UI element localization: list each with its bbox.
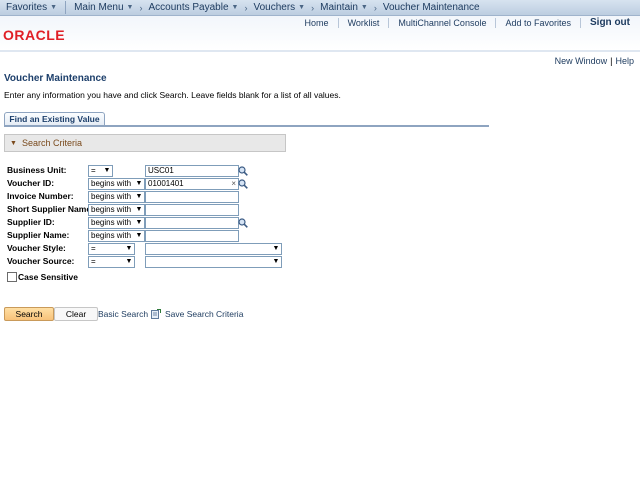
nav-vouchers[interactable]: Vouchers ▼: [253, 2, 305, 13]
chevron-down-icon: ▼: [135, 206, 143, 213]
search-criteria-header[interactable]: ▼ Search Criteria: [4, 134, 286, 152]
case-sensitive-checkbox[interactable]: [7, 272, 17, 282]
caret-down-icon: ▼: [50, 4, 58, 11]
chevron-down-icon: ▼: [103, 167, 111, 174]
link-separator: |: [610, 56, 613, 66]
nav-vouchers-label: Vouchers: [253, 2, 296, 13]
nav-voucher-maintenance-label: Voucher Maintenance: [382, 2, 480, 13]
basic-search-link[interactable]: Basic Search: [98, 309, 148, 319]
chevron-down-icon: ▼: [125, 245, 133, 252]
voucher-source-label: Voucher Source:: [7, 256, 75, 266]
lookup-magnifier-icon[interactable]: [238, 179, 248, 189]
page-title: Voucher Maintenance: [4, 73, 107, 84]
short-supplier-name-operator-value: begins with: [91, 205, 132, 214]
voucher-style-operator-select[interactable]: = ▼: [88, 243, 135, 255]
voucher-id-input[interactable]: 01001401 ×: [145, 178, 239, 190]
invoice-number-input[interactable]: [145, 191, 239, 203]
business-unit-input[interactable]: USC01: [145, 165, 239, 177]
chevron-down-icon: ▼: [125, 258, 133, 265]
caret-down-icon: ▼: [126, 4, 134, 11]
home-link[interactable]: Home: [296, 17, 339, 28]
new-window-link[interactable]: New Window: [555, 56, 608, 66]
business-unit-value: USC01: [148, 166, 174, 175]
clear-x-icon[interactable]: ×: [231, 179, 236, 189]
business-unit-operator-select[interactable]: = ▼: [88, 165, 113, 177]
nav-separator: [65, 1, 67, 14]
business-unit-label: Business Unit:: [7, 165, 67, 175]
voucher-id-operator-value: begins with: [91, 179, 132, 188]
voucher-id-operator-select[interactable]: begins with ▼: [88, 178, 145, 190]
oracle-logo: ORACLE: [3, 27, 66, 43]
worklist-link[interactable]: Worklist: [339, 17, 390, 28]
voucher-source-operator-select[interactable]: = ▼: [88, 256, 135, 268]
page-header: ORACLE Home Worklist MultiChannel Consol…: [0, 16, 640, 50]
voucher-source-select[interactable]: ▼: [145, 256, 282, 268]
invoice-number-label: Invoice Number:: [7, 191, 74, 201]
short-supplier-name-input[interactable]: [145, 204, 239, 216]
short-supplier-name-label: Short Supplier Name:: [7, 204, 94, 214]
nav-maintain[interactable]: Maintain ▼: [320, 2, 368, 13]
search-button[interactable]: Search: [4, 307, 54, 321]
sign-out-link[interactable]: Sign out: [581, 17, 632, 28]
save-search-icon[interactable]: [151, 309, 161, 319]
supplier-id-label: Supplier ID:: [7, 217, 55, 227]
chevron-down-icon: ▼: [272, 258, 280, 265]
short-supplier-name-operator-select[interactable]: begins with ▼: [88, 204, 145, 216]
tab-find-existing-value[interactable]: Find an Existing Value: [4, 112, 105, 126]
add-to-favorites-link[interactable]: Add to Favorites: [496, 17, 581, 28]
nav-accounts-payable-label: Accounts Payable: [148, 2, 229, 13]
supplier-id-operator-value: begins with: [91, 218, 132, 227]
chevron-right-icon: ›: [244, 2, 248, 13]
caret-down-icon: ▼: [298, 4, 306, 11]
invoice-number-operator-select[interactable]: begins with ▼: [88, 191, 145, 203]
supplier-id-operator-select[interactable]: begins with ▼: [88, 217, 145, 229]
supplier-name-operator-select[interactable]: begins with ▼: [88, 230, 145, 242]
window-links: New Window | Help: [555, 56, 634, 66]
help-link[interactable]: Help: [615, 56, 634, 66]
search-criteria-label: Search Criteria: [21, 138, 82, 148]
tab-underline: [4, 125, 489, 127]
chevron-down-icon: ▼: [135, 232, 143, 239]
voucher-source-operator-value: =: [91, 257, 96, 266]
nav-favorites-label: Favorites: [6, 2, 48, 13]
chevron-right-icon: ›: [139, 2, 143, 13]
header-links: Home Worklist MultiChannel Console Add t…: [296, 17, 632, 28]
nav-voucher-maintenance[interactable]: Voucher Maintenance: [383, 2, 480, 13]
clear-button[interactable]: Clear: [54, 307, 98, 321]
voucher-id-label: Voucher ID:: [7, 178, 55, 188]
supplier-id-input[interactable]: [145, 217, 239, 229]
chevron-down-icon: ▼: [135, 180, 143, 187]
multichannel-console-link[interactable]: MultiChannel Console: [389, 17, 497, 28]
chevron-right-icon: ›: [373, 2, 377, 13]
supplier-name-input[interactable]: [145, 230, 239, 242]
voucher-id-value: 01001401: [148, 179, 184, 188]
nav-accounts-payable[interactable]: Accounts Payable ▼: [148, 2, 238, 13]
collapse-triangle-icon: ▼: [10, 139, 17, 147]
caret-down-icon: ▼: [231, 4, 239, 11]
nav-main-menu-label: Main Menu: [74, 2, 124, 13]
lookup-magnifier-icon[interactable]: [238, 218, 248, 228]
nav-favorites[interactable]: Favorites ▼: [6, 2, 57, 13]
voucher-style-select[interactable]: ▼: [145, 243, 282, 255]
supplier-name-label: Supplier Name:: [7, 230, 70, 240]
supplier-name-operator-value: begins with: [91, 231, 132, 240]
caret-down-icon: ▼: [360, 4, 368, 11]
chevron-down-icon: ▼: [135, 193, 143, 200]
chevron-down-icon: ▼: [272, 245, 280, 252]
invoice-number-operator-value: begins with: [91, 192, 132, 201]
voucher-style-operator-value: =: [91, 244, 96, 253]
nav-main-menu[interactable]: Main Menu ▼: [74, 2, 133, 13]
nav-maintain-label: Maintain: [320, 2, 358, 13]
business-unit-operator-value: =: [91, 166, 96, 175]
top-navigation-bar: Favorites ▼ Main Menu ▼ › Accounts Payable…: [0, 0, 640, 16]
page-instructions: Enter any information you have and click…: [4, 90, 341, 100]
case-sensitive-label: Case Sensitive: [18, 272, 79, 282]
chevron-right-icon: ›: [311, 2, 315, 13]
save-search-criteria-link[interactable]: Save Search Criteria: [165, 309, 243, 319]
lookup-magnifier-icon[interactable]: [238, 166, 248, 176]
chevron-down-icon: ▼: [135, 219, 143, 226]
header-divider: [0, 50, 640, 52]
voucher-style-label: Voucher Style:: [7, 243, 66, 253]
